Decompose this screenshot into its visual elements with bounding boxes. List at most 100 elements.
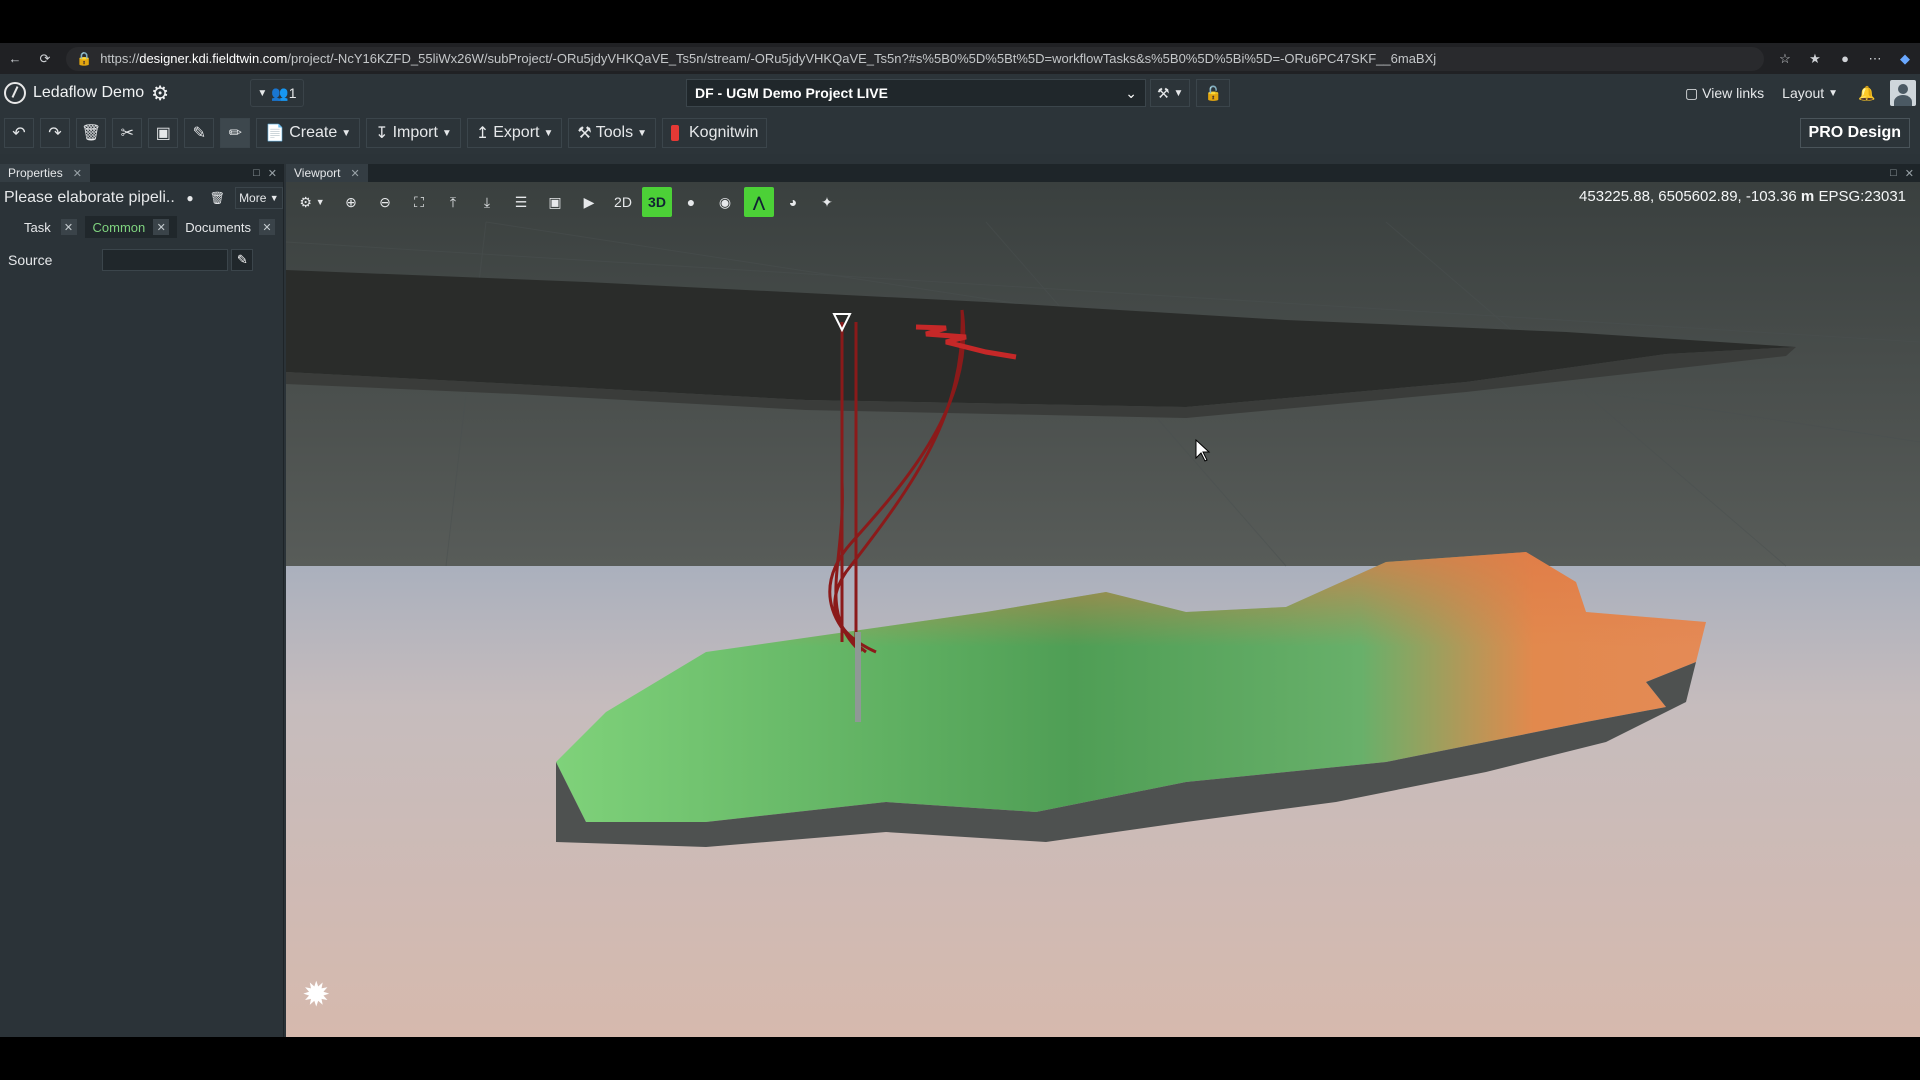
export-menu-button[interactable]: ↥ Export ▼ [466, 118, 563, 148]
record-button[interactable]: ◕ [778, 187, 808, 217]
app-header: Ledaflow Demo ⚙ ▼ 👥 1 DF - UGM Demo Proj… [0, 74, 1920, 112]
record-icon: ◕ [788, 194, 798, 210]
gear-icon[interactable]: ⚙ [151, 81, 169, 106]
layout-dropdown[interactable]: Layout ▼ [1776, 79, 1844, 107]
compass-tool-icon: ⋀ [753, 193, 765, 210]
task-tab-label: Task [24, 219, 51, 235]
mode-3d-button[interactable]: 3D [642, 187, 672, 217]
tools-icon: ⚒ [577, 125, 592, 142]
bottom-letterbox [0, 1037, 1920, 1080]
browser-bar: ← ⟳ 🔒 https://designer.kdi.fieldtwin.com… [0, 43, 1920, 74]
locate-button[interactable]: ● [180, 187, 200, 209]
tab-viewport[interactable]: Viewport ✕ [286, 164, 368, 182]
edit-source-button[interactable]: ✎ [231, 249, 254, 271]
undo-button[interactable]: ↶ [4, 118, 34, 148]
tab-task[interactable]: Task ✕ [0, 216, 85, 238]
edit-button[interactable]: ✏ [220, 118, 251, 148]
caret-down-icon: ▼ [269, 193, 279, 203]
source-field-row: Source ✎ [0, 244, 283, 276]
undo-icon: ↶ [12, 125, 26, 142]
delete-task-button[interactable]: 🗑 [206, 187, 229, 209]
tools-dropdown-button[interactable]: ⚒ ▼ [1150, 79, 1191, 107]
tab-documents[interactable]: Documents ✕ [177, 216, 283, 238]
more-dropdown[interactable]: More ▼ [234, 187, 283, 209]
create-menu-button[interactable]: 📄 Create ▼ [256, 118, 361, 148]
effects-button[interactable]: ✦ [812, 187, 842, 217]
close-icon[interactable]: ✕ [350, 167, 359, 180]
draw-button[interactable]: ✎ [184, 118, 215, 148]
gear-icon: ⚙ [299, 193, 312, 210]
map-pin-icon: ● [186, 191, 194, 205]
view-links-button[interactable]: ▢ View links [1679, 79, 1771, 107]
star-icon[interactable]: ☆ [1770, 43, 1800, 74]
source-input[interactable] [102, 249, 229, 271]
sphere-button[interactable]: ● [676, 187, 706, 217]
redo-button[interactable]: ↷ [40, 118, 70, 148]
back-icon[interactable]: ← [0, 43, 30, 74]
layers-button[interactable]: ☰ [506, 187, 536, 217]
lock-button[interactable]: 🔓 [1196, 79, 1231, 107]
users-count: 1 [288, 85, 297, 101]
copilot-icon[interactable]: ◆ [1890, 43, 1920, 74]
close-icon[interactable]: ✕ [60, 219, 77, 235]
notifications-button[interactable]: 🔔 [1850, 79, 1884, 107]
raise-button[interactable]: ⤒ [438, 187, 468, 217]
reload-icon[interactable]: ⟳ [30, 43, 60, 74]
edit-icon: ✎ [236, 252, 248, 267]
main-toolbar: ↶ ↷ 🗑 ✂ ▣ ✎ ✏ 📄 Create ▼ ↧ Import ▼ ↥ Export ▼… [0, 112, 1920, 154]
brand: Ledaflow Demo ⚙ [0, 81, 250, 106]
pro-design-button[interactable]: PRO Design [1799, 118, 1910, 148]
close-icon[interactable]: ✕ [153, 219, 170, 235]
lower-button[interactable]: ⤓ [472, 187, 502, 217]
fit-view-button[interactable]: ⛶ [404, 187, 434, 217]
coordinate-unit: m [1800, 188, 1815, 205]
delete-button[interactable]: 🗑 [76, 118, 107, 148]
close-panel-icon[interactable]: ✕ [1905, 167, 1914, 180]
globe-button[interactable]: ◉ [710, 187, 740, 217]
caret-down-icon: ▼ [315, 197, 325, 207]
play-button[interactable]: ▶ [574, 187, 604, 217]
zoom-in-button[interactable]: ⊕ [336, 187, 366, 217]
raise-icon: ⤒ [449, 193, 457, 210]
close-icon[interactable]: ✕ [259, 219, 275, 235]
camera-button[interactable]: ▣ [540, 187, 570, 217]
close-icon[interactable]: ✕ [73, 167, 82, 180]
create-label: Create [289, 124, 338, 141]
ruler-button[interactable]: ⋀ [744, 187, 774, 217]
globe-icon: ◉ [718, 193, 732, 210]
import-menu-button[interactable]: ↧ Import ▼ [366, 118, 461, 148]
project-select[interactable]: DF - UGM Demo Project LIVE ⌄ [686, 79, 1146, 107]
compass-icon[interactable]: ✹ [302, 975, 331, 1015]
maximize-icon[interactable]: □ [253, 167, 260, 180]
file-icon: 📄 [265, 125, 286, 142]
zoom-out-button[interactable]: ⊖ [370, 187, 400, 217]
close-panel-icon[interactable]: ✕ [268, 167, 277, 180]
viewport-panel: Viewport ✕ □ ✕ ⚙ ▼ ⊕ ⊖ ⛶ ⤒ ⤓ ☰ ▣ ▶ 2D 3D… [286, 164, 1920, 1038]
tab-properties[interactable]: Properties ✕ [0, 164, 90, 182]
kognitwin-button[interactable]: Kognitwin [662, 118, 768, 148]
tools-menu-button[interactable]: ⚒ Tools ▼ [568, 118, 656, 148]
select-button[interactable]: ▣ [148, 118, 179, 148]
address-bar[interactable]: 🔒 https://designer.kdi.fieldtwin.com/pro… [66, 46, 1764, 71]
caret-down-icon: ▼ [637, 127, 647, 139]
common-tab-label: Common [92, 219, 146, 235]
source-label: Source [8, 252, 53, 268]
favorites-icon[interactable]: ★ [1800, 43, 1830, 74]
users-dropdown[interactable]: ▼ 👥 1 [250, 79, 304, 107]
profile-icon[interactable]: ● [1830, 43, 1860, 74]
zoom-in-icon: ⊕ [345, 193, 357, 210]
settings-dropdown[interactable]: ⚙ ▼ [292, 187, 332, 217]
documents-tab-label: Documents [185, 219, 251, 235]
maximize-icon[interactable]: □ [1890, 167, 1897, 180]
circle-icon: ● [686, 194, 696, 210]
url-host: designer.kdi.fieldtwin.com [139, 51, 288, 66]
bell-icon: 🔔 [1858, 84, 1876, 101]
avatar[interactable] [1890, 80, 1916, 106]
mode-2d-button[interactable]: 2D [608, 187, 638, 217]
3d-scene[interactable] [286, 182, 1920, 1038]
project-name: DF - UGM Demo Project LIVE [695, 85, 888, 101]
cut-button[interactable]: ✂ [112, 118, 143, 148]
more-icon[interactable]: ⋯ [1860, 43, 1890, 74]
play-icon: ▶ [583, 193, 595, 210]
tab-common[interactable]: Common ✕ [84, 216, 178, 238]
